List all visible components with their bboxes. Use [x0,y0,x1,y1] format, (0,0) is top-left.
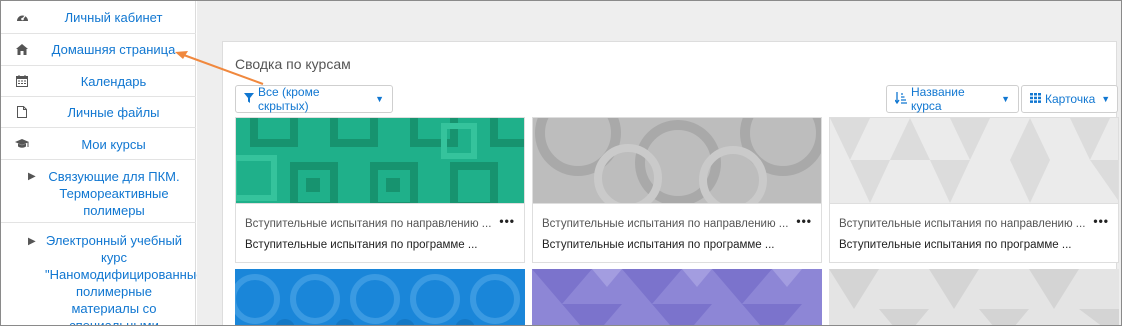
block-title: Сводка по курсам [235,56,351,72]
sidebar-item-home[interactable]: Домашняя страница [1,34,196,66]
caret-down-icon: ▼ [1001,94,1010,104]
sidebar-item-label: Домашняя страница [51,42,176,57]
sidebar-item-dashboard[interactable]: Личный кабинет [1,1,196,34]
grid-icon [1030,92,1041,106]
more-options-icon[interactable]: ••• [796,214,812,228]
course-category: Вступительные испытания по направлению .… [839,218,1086,230]
view-label: Карточка [1045,92,1096,106]
calendar-icon [15,74,29,88]
course-card[interactable]: Вступительные испытания по направлению .… [829,117,1119,263]
course-info: Вступительные испытания по направлению .… [236,203,524,261]
sort-label: Название курса [911,85,965,113]
sidebar-item-label: Мои курсы [81,137,146,152]
sidebar-item-label: Личный кабинет [64,10,163,25]
course-name-link[interactable]: Вступительные испытания по программе ... [839,239,1099,251]
graduation-cap-icon [15,137,29,151]
course-card[interactable] [829,269,1119,325]
filter-icon [244,92,254,106]
caret-down-icon: ▼ [375,94,384,104]
course-image[interactable] [532,269,822,325]
course-image[interactable] [829,269,1119,325]
course-card[interactable] [235,269,525,325]
course-image[interactable] [533,118,821,203]
filter-dropdown-button[interactable]: Все (кроме скрытых) ▼ [235,85,393,113]
course-card[interactable]: Вступительные испытания по направлению .… [235,117,525,263]
sidebar-item-my-courses[interactable]: Мои курсы [1,128,196,160]
sidebar-nav: Личный кабинет Домашняя страница Календа… [1,1,204,326]
filter-label: Все (кроме скрытых) [258,85,320,113]
more-options-icon[interactable]: ••• [1093,214,1109,228]
sidebar-course-item[interactable]: ▶ Связующие для ПКМ. Термореактивные пол… [1,160,196,223]
sidebar-item-files[interactable]: Личные файлы [1,97,196,128]
home-icon [15,42,29,56]
triangle-right-icon: ▶ [28,236,36,247]
course-name-link[interactable]: Вступительные испытания по программе ... [245,239,505,251]
sidebar-course-label: Электронный учебный курс "Наномодифициро… [45,233,204,326]
more-options-icon[interactable]: ••• [499,214,515,228]
sort-icon [894,91,907,107]
sidebar-course-item[interactable]: ▶ Электронный учебный курс "Наномодифици… [1,223,204,326]
triangle-right-icon: ▶ [28,171,36,182]
sidebar-item-calendar[interactable]: Календарь [1,66,196,97]
caret-down-icon: ▼ [1101,94,1111,104]
sidebar-item-label: Личные файлы [67,105,160,120]
course-info: Вступительные испытания по направлению .… [533,203,821,261]
main-content: Сводка по курсам Все (кроме скрытых) ▼ Н… [197,1,1121,325]
file-icon [15,105,29,119]
course-card[interactable]: Вступительные испытания по направлению .… [532,117,822,263]
course-overview-block: Сводка по курсам Все (кроме скрытых) ▼ Н… [222,41,1119,325]
sidebar-course-label: Связующие для ПКМ. Термореактивные полим… [48,169,180,218]
screenshot-frame: Личный кабинет Домашняя страница Календа… [0,0,1122,326]
course-card[interactable] [532,269,822,325]
course-image[interactable] [830,118,1118,203]
course-image[interactable] [235,269,525,325]
view-dropdown-button[interactable]: Карточка ▼ [1021,85,1118,113]
course-category: Вступительные испытания по направлению .… [245,218,492,230]
sidebar-item-label: Календарь [80,74,147,89]
course-image[interactable] [236,118,524,203]
course-info: Вступительные испытания по направлению .… [830,203,1118,261]
dashboard-icon [15,10,29,24]
course-name-link[interactable]: Вступительные испытания по программе ... [542,239,802,251]
course-category: Вступительные испытания по направлению .… [542,218,789,230]
sort-dropdown-button[interactable]: Название курса ▼ [886,85,1019,113]
